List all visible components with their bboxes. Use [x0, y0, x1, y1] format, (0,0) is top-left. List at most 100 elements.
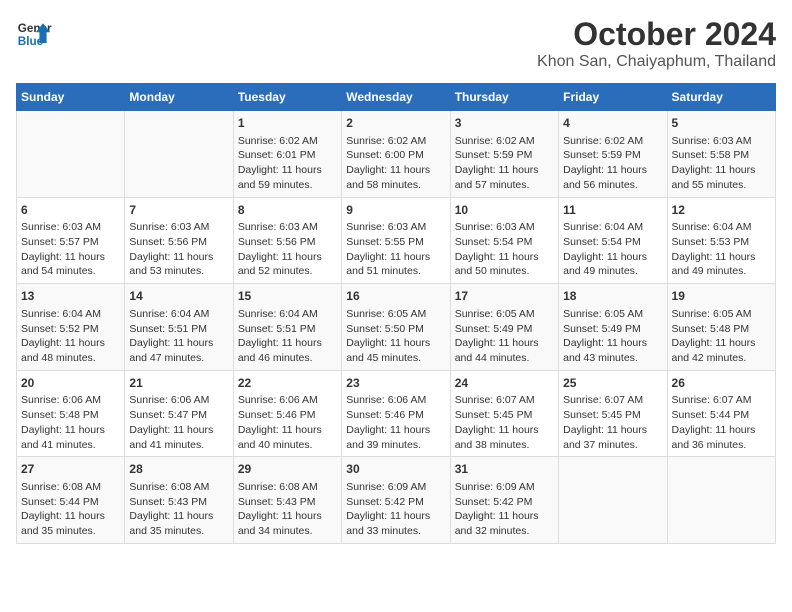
calendar-cell: 16 Sunrise: 6:05 AM Sunset: 5:50 PM Dayli…	[342, 284, 450, 371]
day-content: Sunrise: 6:04 AM Sunset: 5:53 PM Dayligh…	[672, 220, 771, 279]
day-content: Sunrise: 6:05 AM Sunset: 5:48 PM Dayligh…	[672, 307, 771, 366]
calendar-week-5: 27 Sunrise: 6:08 AM Sunset: 5:44 PM Dayli…	[17, 457, 776, 544]
calendar-cell: 13 Sunrise: 6:04 AM Sunset: 5:52 PM Dayli…	[17, 284, 125, 371]
calendar-cell: 6Sunrise: 6:03 AM Sunset: 5:57 PM Daylig…	[17, 197, 125, 284]
calendar-header: Sunday Monday Tuesday Wednesday Thursday…	[17, 84, 776, 111]
col-wednesday: Wednesday	[342, 84, 450, 111]
calendar-cell: 26Sunrise: 6:07 AM Sunset: 5:44 PM Dayli…	[667, 370, 775, 457]
calendar-cell: 30 Sunrise: 6:09 AM Sunset: 5:42 PM Dayli…	[342, 457, 450, 544]
day-number: 22	[238, 375, 337, 392]
calendar-cell: 2 Sunrise: 6:02 AM Sunset: 6:00 PM Daylig…	[342, 111, 450, 198]
day-number: 9	[346, 202, 445, 219]
day-number: 26	[672, 375, 771, 392]
day-number: 7	[129, 202, 228, 219]
day-content: Sunrise: 6:02 AM Sunset: 5:59 PM Dayligh…	[563, 134, 662, 193]
day-content: Sunrise: 6:03 AM Sunset: 5:56 PM Dayligh…	[238, 220, 337, 279]
col-thursday: Thursday	[450, 84, 558, 111]
day-number: 28	[129, 461, 228, 478]
page-header: General Blue October 2024 Khon San, Chai…	[16, 16, 776, 71]
col-monday: Monday	[125, 84, 233, 111]
calendar-cell: 5Sunrise: 6:03 AM Sunset: 5:58 PM Daylig…	[667, 111, 775, 198]
day-number: 13	[21, 288, 120, 305]
day-number: 3	[455, 115, 554, 132]
title-block: October 2024 Khon San, Chaiyaphum, Thail…	[537, 16, 776, 71]
calendar-cell: 10Sunrise: 6:03 AM Sunset: 5:54 PM Dayli…	[450, 197, 558, 284]
day-number: 19	[672, 288, 771, 305]
calendar-week-3: 13 Sunrise: 6:04 AM Sunset: 5:52 PM Dayli…	[17, 284, 776, 371]
day-content: Sunrise: 6:02 AM Sunset: 6:00 PM Dayligh…	[346, 134, 445, 193]
day-content: Sunrise: 6:04 AM Sunset: 5:54 PM Dayligh…	[563, 220, 662, 279]
calendar-cell: 8Sunrise: 6:03 AM Sunset: 5:56 PM Daylig…	[233, 197, 341, 284]
day-number: 8	[238, 202, 337, 219]
day-number: 29	[238, 461, 337, 478]
page-subtitle: Khon San, Chaiyaphum, Thailand	[537, 53, 776, 71]
day-content: Sunrise: 6:07 AM Sunset: 5:44 PM Dayligh…	[672, 393, 771, 452]
calendar-cell: 22Sunrise: 6:06 AM Sunset: 5:46 PM Dayli…	[233, 370, 341, 457]
calendar-cell: 4 Sunrise: 6:02 AM Sunset: 5:59 PM Daylig…	[559, 111, 667, 198]
calendar-body: 1Sunrise: 6:02 AM Sunset: 6:01 PM Daylig…	[17, 111, 776, 544]
day-number: 1	[238, 115, 337, 132]
day-number: 31	[455, 461, 554, 478]
calendar-cell: 31 Sunrise: 6:09 AM Sunset: 5:42 PM Dayli…	[450, 457, 558, 544]
day-content: Sunrise: 6:06 AM Sunset: 5:47 PM Dayligh…	[129, 393, 228, 452]
calendar-week-2: 6Sunrise: 6:03 AM Sunset: 5:57 PM Daylig…	[17, 197, 776, 284]
day-content: Sunrise: 6:05 AM Sunset: 5:50 PM Dayligh…	[346, 307, 445, 366]
calendar-cell: 15Sunrise: 6:04 AM Sunset: 5:51 PM Dayli…	[233, 284, 341, 371]
day-content: Sunrise: 6:04 AM Sunset: 5:52 PM Dayligh…	[21, 307, 120, 366]
day-content: Sunrise: 6:03 AM Sunset: 5:57 PM Dayligh…	[21, 220, 120, 279]
day-content: Sunrise: 6:03 AM Sunset: 5:55 PM Dayligh…	[346, 220, 445, 279]
day-content: Sunrise: 6:07 AM Sunset: 5:45 PM Dayligh…	[455, 393, 554, 452]
day-number: 2	[346, 115, 445, 132]
calendar-cell: 19 Sunrise: 6:05 AM Sunset: 5:48 PM Dayli…	[667, 284, 775, 371]
calendar-cell: 9Sunrise: 6:03 AM Sunset: 5:55 PM Daylig…	[342, 197, 450, 284]
col-tuesday: Tuesday	[233, 84, 341, 111]
day-content: Sunrise: 6:05 AM Sunset: 5:49 PM Dayligh…	[563, 307, 662, 366]
day-content: Sunrise: 6:04 AM Sunset: 5:51 PM Dayligh…	[129, 307, 228, 366]
day-number: 25	[563, 375, 662, 392]
calendar-cell: 3Sunrise: 6:02 AM Sunset: 5:59 PM Daylig…	[450, 111, 558, 198]
day-content: Sunrise: 6:08 AM Sunset: 5:43 PM Dayligh…	[129, 480, 228, 539]
calendar-cell: 24Sunrise: 6:07 AM Sunset: 5:45 PM Dayli…	[450, 370, 558, 457]
day-number: 11	[563, 202, 662, 219]
day-content: Sunrise: 6:08 AM Sunset: 5:43 PM Dayligh…	[238, 480, 337, 539]
calendar-cell	[667, 457, 775, 544]
logo-icon: General Blue	[16, 16, 52, 52]
day-number: 24	[455, 375, 554, 392]
header-row: Sunday Monday Tuesday Wednesday Thursday…	[17, 84, 776, 111]
day-content: Sunrise: 6:09 AM Sunset: 5:42 PM Dayligh…	[346, 480, 445, 539]
day-number: 10	[455, 202, 554, 219]
calendar-cell: 29 Sunrise: 6:08 AM Sunset: 5:43 PM Dayli…	[233, 457, 341, 544]
calendar-cell: 14Sunrise: 6:04 AM Sunset: 5:51 PM Dayli…	[125, 284, 233, 371]
day-content: Sunrise: 6:06 AM Sunset: 5:48 PM Dayligh…	[21, 393, 120, 452]
day-number: 6	[21, 202, 120, 219]
calendar-cell: 11Sunrise: 6:04 AM Sunset: 5:54 PM Dayli…	[559, 197, 667, 284]
calendar-cell	[559, 457, 667, 544]
calendar-cell: 18Sunrise: 6:05 AM Sunset: 5:49 PM Dayli…	[559, 284, 667, 371]
day-content: Sunrise: 6:09 AM Sunset: 5:42 PM Dayligh…	[455, 480, 554, 539]
calendar-cell: 7Sunrise: 6:03 AM Sunset: 5:56 PM Daylig…	[125, 197, 233, 284]
calendar-cell: 12Sunrise: 6:04 AM Sunset: 5:53 PM Dayli…	[667, 197, 775, 284]
day-content: Sunrise: 6:08 AM Sunset: 5:44 PM Dayligh…	[21, 480, 120, 539]
day-number: 27	[21, 461, 120, 478]
calendar-cell: 27 Sunrise: 6:08 AM Sunset: 5:44 PM Dayli…	[17, 457, 125, 544]
day-content: Sunrise: 6:03 AM Sunset: 5:58 PM Dayligh…	[672, 134, 771, 193]
day-content: Sunrise: 6:06 AM Sunset: 5:46 PM Dayligh…	[238, 393, 337, 452]
day-number: 30	[346, 461, 445, 478]
day-content: Sunrise: 6:05 AM Sunset: 5:49 PM Dayligh…	[455, 307, 554, 366]
page-title: October 2024	[537, 16, 776, 53]
calendar-cell: 25Sunrise: 6:07 AM Sunset: 5:45 PM Dayli…	[559, 370, 667, 457]
calendar-cell	[125, 111, 233, 198]
day-number: 23	[346, 375, 445, 392]
calendar-cell: 17Sunrise: 6:05 AM Sunset: 5:49 PM Dayli…	[450, 284, 558, 371]
day-content: Sunrise: 6:03 AM Sunset: 5:54 PM Dayligh…	[455, 220, 554, 279]
day-number: 16	[346, 288, 445, 305]
calendar-week-4: 20Sunrise: 6:06 AM Sunset: 5:48 PM Dayli…	[17, 370, 776, 457]
calendar-cell: 20Sunrise: 6:06 AM Sunset: 5:48 PM Dayli…	[17, 370, 125, 457]
col-friday: Friday	[559, 84, 667, 111]
calendar-cell: 1Sunrise: 6:02 AM Sunset: 6:01 PM Daylig…	[233, 111, 341, 198]
calendar-week-1: 1Sunrise: 6:02 AM Sunset: 6:01 PM Daylig…	[17, 111, 776, 198]
calendar-cell: 28 Sunrise: 6:08 AM Sunset: 5:43 PM Dayli…	[125, 457, 233, 544]
day-content: Sunrise: 6:07 AM Sunset: 5:45 PM Dayligh…	[563, 393, 662, 452]
day-number: 12	[672, 202, 771, 219]
day-number: 4	[563, 115, 662, 132]
